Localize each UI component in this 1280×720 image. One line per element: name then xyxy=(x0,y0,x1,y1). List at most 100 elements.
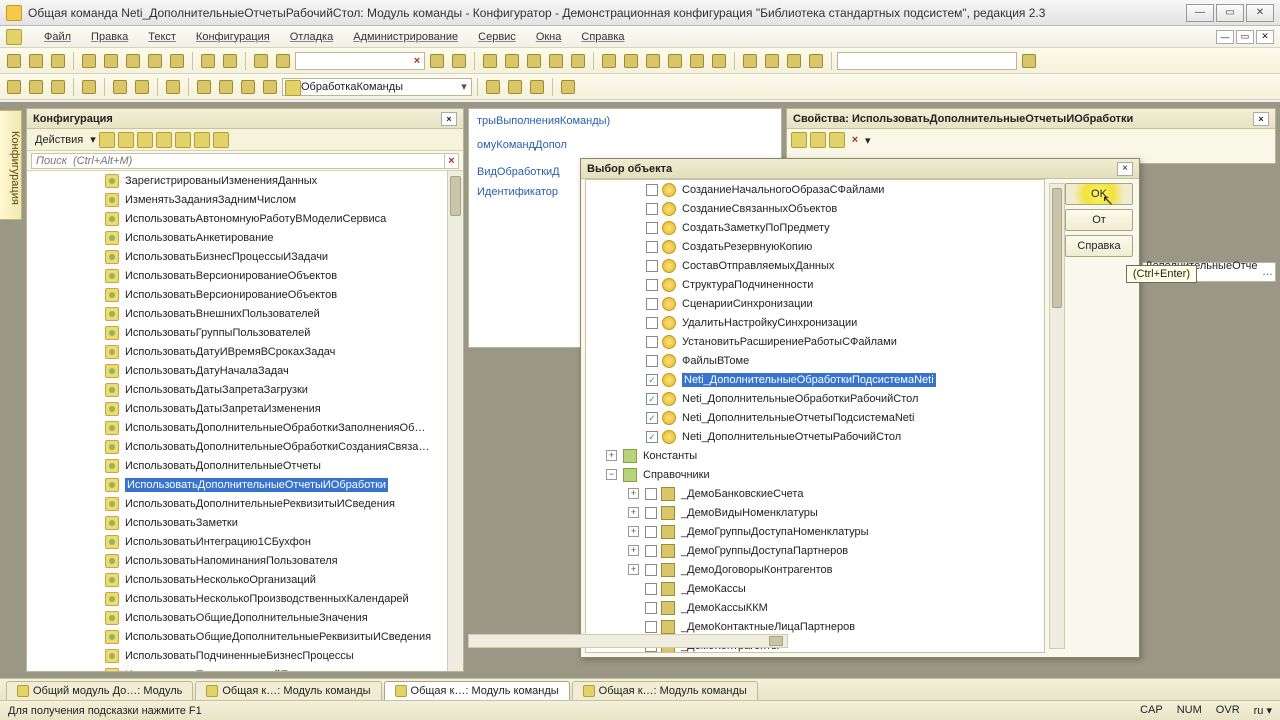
checkbox[interactable] xyxy=(645,488,657,500)
tb2-j-icon[interactable] xyxy=(238,77,258,97)
checkbox[interactable] xyxy=(645,507,657,519)
dialog-item[interactable]: СтруктураПодчиненности xyxy=(586,275,1044,294)
checkbox[interactable] xyxy=(645,564,657,576)
tree-item[interactable]: ИспользоватьДополнительныеОтчетыИОбработ… xyxy=(27,475,463,494)
bottom-tab[interactable]: Общая к…: Модуль команды xyxy=(384,681,570,700)
tb2-h-icon[interactable] xyxy=(194,77,214,97)
dialog-item[interactable]: ✓Neti_ДополнительныеОтчетыРабочийСтол xyxy=(586,427,1044,446)
menu-debug[interactable]: Отладка xyxy=(282,29,341,45)
inner-restore[interactable]: ▭ xyxy=(1236,30,1254,44)
tree-item[interactable]: ЗарегистрированыИзмененияДанных xyxy=(27,171,463,190)
tree-item[interactable]: ИспользоватьВерсионированиеОбъектов xyxy=(27,285,463,304)
tb2-a-icon[interactable] xyxy=(4,77,24,97)
tb-d5-icon[interactable] xyxy=(687,51,707,71)
menu-admin[interactable]: Администрирование xyxy=(345,29,466,45)
expand-icon[interactable]: + xyxy=(628,564,639,575)
tree-item[interactable]: ИспользоватьНесколькоПроизводственныхКал… xyxy=(27,589,463,608)
tb-d3-icon[interactable] xyxy=(643,51,663,71)
props-tb-b-icon[interactable] xyxy=(810,132,826,148)
cfg-tb-c-icon[interactable] xyxy=(137,132,153,148)
tb-search-icon[interactable] xyxy=(273,51,293,71)
dialog-item[interactable]: ✓Neti_ДополнительныеОбработкиРабочийСтол xyxy=(586,389,1044,408)
checkbox[interactable]: ✓ xyxy=(646,431,658,443)
dialog-item[interactable]: УстановитьРасширениеРаботыСФайлами xyxy=(586,332,1044,351)
dialog-item[interactable]: СоздатьРезервнуюКопию xyxy=(586,237,1044,256)
catalog-item[interactable]: +_ДемоДоговорыКонтрагентов xyxy=(586,560,1044,579)
tb-save-icon[interactable] xyxy=(48,51,68,71)
tb-copy-icon[interactable] xyxy=(101,51,121,71)
tb-undo-icon[interactable] xyxy=(198,51,218,71)
props-close-icon[interactable]: × xyxy=(1253,112,1269,126)
group-constants[interactable]: +Константы xyxy=(586,446,1044,465)
tree-item[interactable]: ИспользоватьИнтеграцию1СБухфон xyxy=(27,532,463,551)
catalog-item[interactable]: +_ДемоВидыНоменклатуры xyxy=(586,503,1044,522)
tree-item[interactable]: ИспользоватьПодчиненныеБизнесПроцессы xyxy=(27,646,463,665)
checkbox[interactable]: ✓ xyxy=(646,393,658,405)
tree-item[interactable]: ИспользоватьОбщиеДополнительныеРеквизиты… xyxy=(27,627,463,646)
catalog-item[interactable]: _ДемоКассы xyxy=(586,579,1044,598)
catalog-item[interactable]: +_ДемоГруппыДоступаПартнеров xyxy=(586,541,1044,560)
tb-d6-icon[interactable] xyxy=(709,51,729,71)
tb-e3-icon[interactable] xyxy=(784,51,804,71)
tb-brush-icon[interactable] xyxy=(167,51,187,71)
checkbox[interactable] xyxy=(646,222,658,234)
dialog-tree[interactable]: СозданиеНачальногоОбразаСФайламиСоздание… xyxy=(585,179,1045,653)
tb-i1-icon[interactable] xyxy=(480,51,500,71)
checkbox[interactable] xyxy=(646,336,658,348)
cfg-tb-e-icon[interactable] xyxy=(194,132,210,148)
tree-item[interactable]: ИспользоватьЗаметки xyxy=(27,513,463,532)
checkbox[interactable] xyxy=(645,545,657,557)
tree-item[interactable]: ИспользоватьДополнительныеОтчеты xyxy=(27,456,463,475)
group-catalogs[interactable]: −Справочники xyxy=(586,465,1044,484)
proc-combo[interactable]: ОбработкаКоманды▾ xyxy=(282,78,472,96)
tb2-d-icon[interactable] xyxy=(79,77,99,97)
tb2-l-icon[interactable] xyxy=(483,77,503,97)
tb-d4-icon[interactable] xyxy=(665,51,685,71)
tree-item[interactable]: ИспользоватьДатуНачалаЗадач xyxy=(27,361,463,380)
bottom-tab[interactable]: Общая к…: Модуль команды xyxy=(572,681,758,700)
tb-cut-icon[interactable] xyxy=(79,51,99,71)
tb-i3-icon[interactable] xyxy=(524,51,544,71)
dialog-item[interactable]: СозданиеСвязанныхОбъектов xyxy=(586,199,1044,218)
minimize-button[interactable]: — xyxy=(1186,4,1214,22)
tree-item[interactable]: ИспользоватьДополнительныеРеквизитыИСвед… xyxy=(27,494,463,513)
checkbox[interactable] xyxy=(645,602,657,614)
tree-item[interactable]: ИспользоватьВерсионированиеОбъектов xyxy=(27,266,463,285)
tree-item[interactable]: ИспользоватьАвтономнуюРаботуВМоделиСерви… xyxy=(27,209,463,228)
tree-item[interactable]: ИспользоватьДополнительныеОбработкиЗапол… xyxy=(27,418,463,437)
cancel-button[interactable]: От xyxy=(1065,209,1133,231)
combo-large[interactable] xyxy=(837,52,1017,70)
bottom-tab[interactable]: Общий модуль До…: Модуль xyxy=(6,681,193,700)
checkbox[interactable] xyxy=(645,526,657,538)
props-tb-a-icon[interactable] xyxy=(791,132,807,148)
expand-icon[interactable]: + xyxy=(628,488,639,499)
checkbox[interactable] xyxy=(646,241,658,253)
checkbox[interactable] xyxy=(646,260,658,272)
config-search-input[interactable] xyxy=(31,153,445,169)
checkbox[interactable] xyxy=(646,298,658,310)
cfg-tb-b-icon[interactable] xyxy=(118,132,134,148)
dialog-item[interactable]: УдалитьНастройкуСинхронизации xyxy=(586,313,1044,332)
tree-item[interactable]: ИзменятьЗаданияЗаднимЧислом xyxy=(27,190,463,209)
tree-item[interactable]: ИспользоватьГруппыПользователей xyxy=(27,323,463,342)
config-search-clear-icon[interactable]: × xyxy=(445,153,459,169)
collapse-icon[interactable]: − xyxy=(606,469,617,480)
menu-file[interactable]: Файл xyxy=(36,29,79,45)
checkbox[interactable] xyxy=(646,279,658,291)
bottom-tab[interactable]: Общая к…: Модуль команды xyxy=(195,681,381,700)
catalog-item[interactable]: +_ДемоГруппыДоступаНоменклатуры xyxy=(586,522,1044,541)
checkbox[interactable] xyxy=(646,355,658,367)
ok-button[interactable]: OK↖ xyxy=(1065,183,1133,205)
dialog-item[interactable]: ✓Neti_ДополнительныеОбработкиПодсистемаN… xyxy=(586,370,1044,389)
close-button[interactable]: ✕ xyxy=(1246,4,1274,22)
menu-text[interactable]: Текст xyxy=(140,29,184,45)
tree-scrollbar[interactable] xyxy=(447,171,463,671)
dialog-item[interactable]: ✓Neti_ДополнительныеОтчетыПодсистемаNeti xyxy=(586,408,1044,427)
checkbox[interactable]: ✓ xyxy=(646,374,658,386)
tree-item[interactable]: ИспользоватьПолнотекстовыйПоиск xyxy=(27,665,463,671)
tb-open-icon[interactable] xyxy=(26,51,46,71)
tree-item[interactable]: ИспользоватьДатуИВремяВСрокахЗадач xyxy=(27,342,463,361)
search-input[interactable]: × xyxy=(295,52,425,70)
checkbox[interactable] xyxy=(645,583,657,595)
tb2-k-icon[interactable] xyxy=(260,77,280,97)
